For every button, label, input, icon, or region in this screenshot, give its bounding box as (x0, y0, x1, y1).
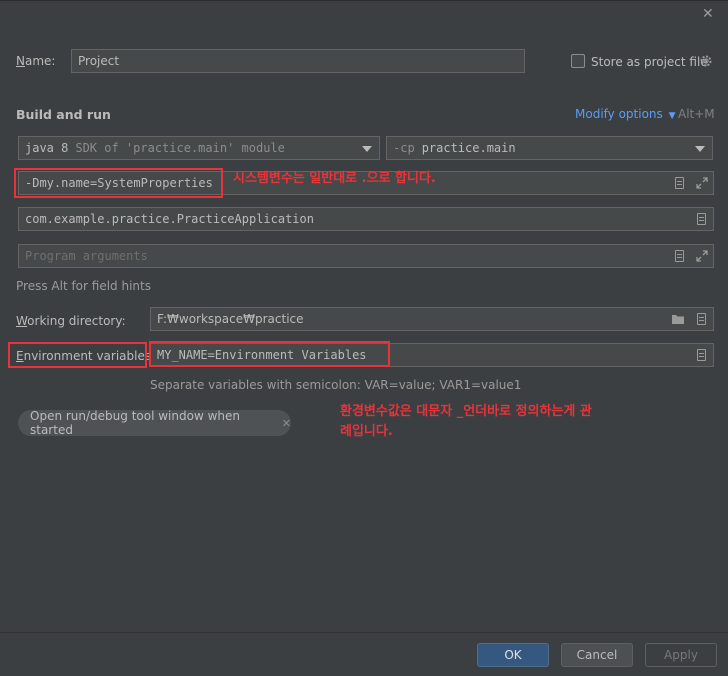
build-run-title: Build and run (16, 107, 111, 122)
close-icon[interactable]: ✕ (702, 6, 714, 22)
sdk-secondary: SDK of 'practice.main' module (75, 141, 285, 155)
sdk-combo[interactable]: java 8 SDK of 'practice.main' module (18, 136, 380, 160)
gear-icon[interactable] (699, 54, 713, 68)
vm-options-highlight (14, 168, 223, 198)
env-annotation-line1: 환경변수값은 대문자 _언더바로 정의하는게 관 (340, 404, 592, 419)
cancel-button[interactable]: Cancel (561, 643, 633, 667)
working-dir-label-rest: orking directory: (27, 314, 126, 328)
document-icon[interactable] (697, 313, 706, 325)
folder-icon[interactable] (671, 313, 685, 325)
system-props-annotation: 시스템변수는 일반대로 .으로 합니다. (233, 171, 436, 186)
main-class-input[interactable]: com.example.practice.PracticeApplication (18, 207, 714, 231)
classpath-combo[interactable]: -cp practice.main (386, 136, 713, 160)
cp-combo-arrow-icon (695, 146, 705, 152)
env-value-highlight (149, 341, 390, 367)
modify-options-label: Modify options (575, 107, 663, 121)
apply-button[interactable]: Apply (645, 643, 717, 667)
program-args-placeholder: Program arguments (25, 249, 148, 263)
document-icon[interactable] (697, 349, 706, 361)
close-icon[interactable]: ✕ (282, 417, 291, 430)
document-icon[interactable] (697, 213, 706, 225)
sdk-primary: java 8 (25, 141, 69, 155)
ok-button[interactable]: OK (477, 643, 549, 667)
env-vars-hint: Separate variables with semicolon: VAR=v… (150, 378, 522, 392)
store-as-project-label[interactable]: Store as project file (591, 55, 708, 69)
modify-options-shortcut: Alt+M (678, 107, 715, 121)
main-class-value: com.example.practice.PracticeApplication (25, 212, 314, 226)
cp-prefix: -cp (393, 141, 415, 155)
sdk-combo-arrow-icon (362, 146, 372, 152)
working-dir-input[interactable]: F:₩workspace₩practice (150, 307, 714, 331)
modify-options-link[interactable]: Modify options ▼ (575, 107, 676, 121)
program-args-input[interactable]: Program arguments (18, 244, 714, 268)
expand-icon[interactable] (695, 176, 709, 190)
name-input[interactable]: Project (71, 49, 525, 73)
title-divider (0, 0, 728, 1)
env-annotation-line2: 례입니다. (340, 424, 393, 439)
expand-icon[interactable] (695, 249, 709, 263)
store-as-project-checkbox[interactable] (571, 54, 585, 68)
name-label-rest: ame: (24, 54, 56, 68)
document-icon[interactable] (675, 250, 684, 262)
chevron-down-icon: ▼ (668, 111, 676, 121)
name-input-value: Project (78, 54, 120, 68)
env-label-highlight (8, 342, 147, 368)
document-icon[interactable] (675, 177, 684, 189)
footer-divider (0, 632, 728, 633)
cp-value: practice.main (421, 141, 516, 155)
field-hints-text: Press Alt for field hints (16, 279, 151, 293)
working-dir-mnemonic: W (16, 314, 28, 328)
working-dir-label: Working directory: (16, 314, 126, 328)
tool-window-chip[interactable]: Open run/debug tool window when started … (18, 409, 291, 437)
tool-window-chip-label: Open run/debug tool window when started (30, 409, 240, 437)
name-label-mnemonic: N (16, 54, 25, 68)
name-label: Name: (16, 54, 55, 68)
working-dir-value: F:₩workspace₩practice (157, 312, 304, 326)
